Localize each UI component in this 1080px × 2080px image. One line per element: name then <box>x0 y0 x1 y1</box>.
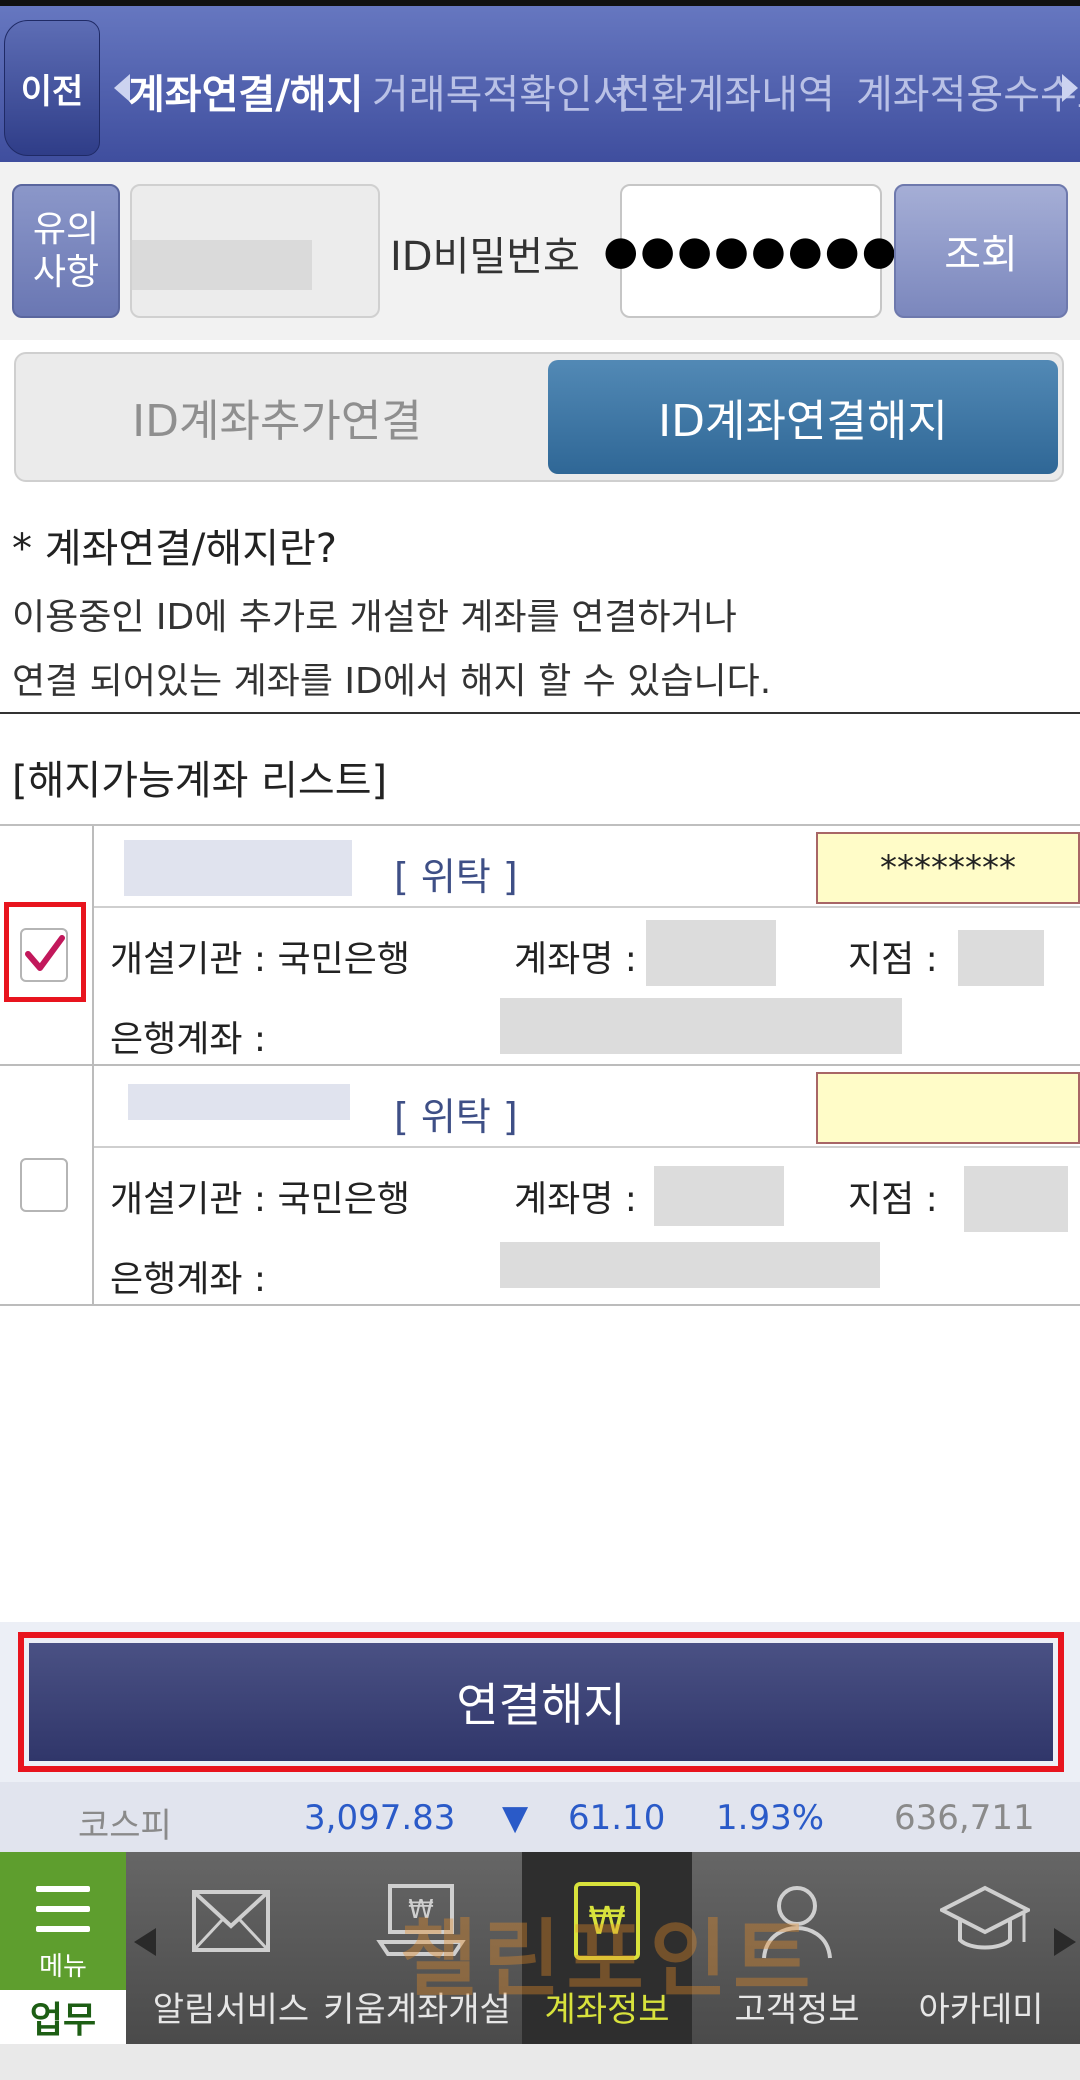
account-type: [ 위탁 ] <box>394 1095 518 1139</box>
menu-button[interactable]: 메뉴 업무 <box>0 1852 126 2044</box>
bottom-strip <box>0 2044 1080 2080</box>
info-title: * 계좌연결/해지란? <box>12 526 338 572</box>
bank-account-redacted <box>500 1242 880 1288</box>
check-column <box>0 1066 94 1306</box>
account-row: [ 위탁 ] ******** 개설기관 : 국민은행 계좌명 : 지점 : 은… <box>0 826 1080 1066</box>
bottom-nav: 메뉴 업무 알림서비스 ₩ 키움계좌개설 ₩ 계좌정보 고객정보 아카데미 챌린… <box>0 1852 1080 2044</box>
segment-control: ID계좌추가연결 ID계좌연결해지 <box>14 352 1064 482</box>
hamburger-icon <box>36 1886 90 1932</box>
id-redacted <box>132 240 312 290</box>
tab-conversion-history[interactable]: 전환계좌내역 <box>614 62 835 120</box>
tab-scroll-right-icon[interactable] <box>1062 74 1078 102</box>
ticker-value: 3,097.83 <box>304 1798 456 1838</box>
account-password-field[interactable]: ******** <box>816 832 1080 904</box>
pw-input[interactable]: ●●●●●●●● <box>603 184 897 318</box>
nav-alert-label: 알림서비스 <box>152 1990 310 2030</box>
account-name-label: 계좌명 : <box>514 939 637 980</box>
bank-account-label: 은행계좌 : <box>110 1259 267 1300</box>
tab-account-fees[interactable]: 계좌적용수수료 <box>856 62 1080 120</box>
top-tab-bar: 이전 계좌연결/해지 거래목적확인서 전환계좌내역 계좌적용수수료 <box>0 0 1080 162</box>
watermark: 챌린포인트 <box>400 1910 817 2008</box>
add-link-tab[interactable]: ID계좌추가연결 <box>22 360 532 474</box>
info-line-1: 이용중인 ID에 추가로 개설한 계좌를 연결하거나 <box>12 597 737 638</box>
ticker-percent: 1.93% <box>716 1798 825 1838</box>
work-tab[interactable]: 업무 <box>0 1990 126 2044</box>
account-password-field[interactable] <box>816 1072 1080 1144</box>
ticker-volume: 636,711 <box>894 1798 1035 1838</box>
institution-label: 개설기관 : 국민은행 <box>110 939 410 980</box>
branch-label: 지점 : <box>848 939 938 980</box>
institution-label: 개설기관 : 국민은행 <box>110 1179 410 1220</box>
nav-scroll-right-icon[interactable] <box>1054 1928 1076 1956</box>
ticker-name: 코스피 <box>78 1806 172 1846</box>
bank-account-redacted <box>500 998 902 1054</box>
account-type: [ 위탁 ] <box>394 855 518 899</box>
bank-account-label: 은행계좌 : <box>110 1019 267 1060</box>
login-row: 유의 사항 ID비밀번호 ●●●●●●●● 조회 <box>0 162 1080 340</box>
pw-label: ID비밀번호 <box>390 234 580 280</box>
tab-account-link[interactable]: 계좌연결/해지 <box>128 62 363 120</box>
id-field[interactable] <box>130 184 380 318</box>
back-button[interactable]: 이전 <box>4 20 100 156</box>
account-header: [ 위탁 ] ******** <box>94 826 1080 908</box>
account-name-redacted <box>646 920 776 986</box>
unlink-button-highlight: 연결해지 <box>18 1632 1064 1772</box>
envelope-icon <box>192 1890 270 1952</box>
account-checkbox[interactable] <box>20 1158 68 1212</box>
check-column <box>0 826 94 1066</box>
menu-label: 메뉴 <box>39 1952 87 1982</box>
action-area: 연결해지 <box>0 1622 1080 1782</box>
notice-button[interactable]: 유의 사항 <box>12 184 120 318</box>
search-button[interactable]: 조회 <box>894 184 1068 318</box>
info-section: * 계좌연결/해지란? 이용중인 ID에 추가로 개설한 계좌를 연결하거나 연… <box>0 500 1080 714</box>
nav-academy-label: 아카데미 <box>918 1990 1044 2030</box>
branch-redacted <box>958 930 1044 986</box>
list-title: [해지가능계좌 리스트] <box>12 758 388 804</box>
tab-trade-purpose[interactable]: 거래목적확인서 <box>372 62 630 120</box>
graduation-cap-icon <box>940 1885 1030 1950</box>
branch-redacted <box>964 1166 1068 1232</box>
account-row: [ 위탁 ] 개설기관 : 국민은행 계좌명 : 지점 : 은행계좌 : <box>0 1066 1080 1306</box>
unlink-button[interactable]: 연결해지 <box>29 1643 1053 1761</box>
ticker-change: 61.10 <box>568 1798 666 1838</box>
account-name-label: 계좌명 : <box>514 1179 637 1220</box>
info-line-2: 연결 되어있는 계좌를 ID에서 해지 할 수 있습니다. <box>12 661 772 702</box>
account-number-redacted <box>124 840 352 896</box>
account-name-redacted <box>654 1166 784 1226</box>
remove-link-tab[interactable]: ID계좌연결해지 <box>548 360 1058 474</box>
checkbox-highlight <box>4 902 86 1002</box>
account-list: [ 위탁 ] ******** 개설기관 : 국민은행 계좌명 : 지점 : 은… <box>0 824 1080 1310</box>
nav-academy[interactable]: 아카데미 <box>896 1852 1066 2044</box>
notice-label: 유의 사항 <box>32 208 100 293</box>
nav-alert-service[interactable]: 알림서비스 <box>146 1852 316 2044</box>
account-number-redacted <box>128 1084 350 1120</box>
branch-label: 지점 : <box>848 1179 938 1220</box>
market-ticker[interactable]: 코스피 3,097.83 ▼ 61.10 1.93% 636,711 <box>0 1782 1080 1852</box>
down-arrow-icon: ▼ <box>502 1798 529 1838</box>
account-header: [ 위탁 ] <box>94 1066 1080 1148</box>
